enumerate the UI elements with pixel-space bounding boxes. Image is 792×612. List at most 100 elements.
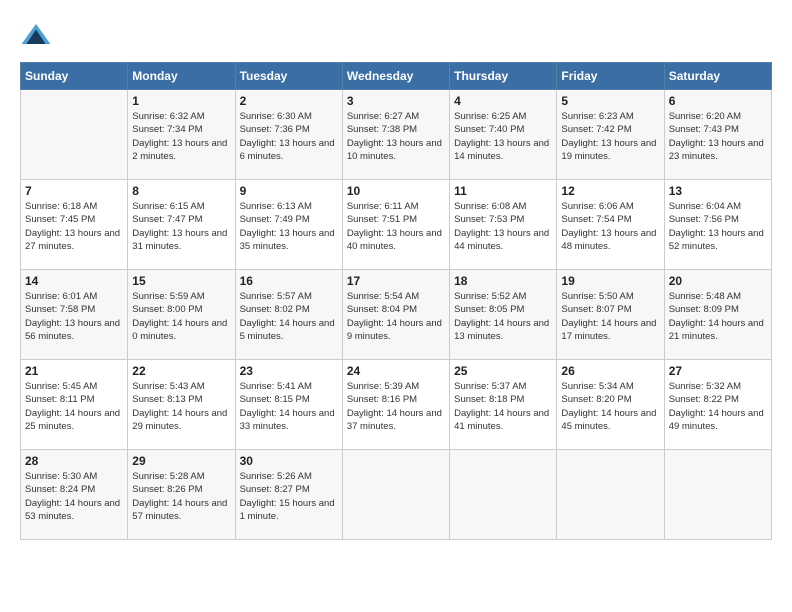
day-number: 21 [25,364,123,378]
day-number: 2 [240,94,338,108]
day-number: 27 [669,364,767,378]
calendar-week-row: 21 Sunrise: 5:45 AMSunset: 8:11 PMDaylig… [21,360,772,450]
day-number: 1 [132,94,230,108]
calendar-cell: 5 Sunrise: 6:23 AMSunset: 7:42 PMDayligh… [557,90,664,180]
day-info: Sunrise: 6:25 AMSunset: 7:40 PMDaylight:… [454,110,552,163]
day-number: 25 [454,364,552,378]
day-number: 11 [454,184,552,198]
calendar-cell: 9 Sunrise: 6:13 AMSunset: 7:49 PMDayligh… [235,180,342,270]
calendar-cell: 25 Sunrise: 5:37 AMSunset: 8:18 PMDaylig… [450,360,557,450]
calendar-cell: 21 Sunrise: 5:45 AMSunset: 8:11 PMDaylig… [21,360,128,450]
day-info: Sunrise: 5:26 AMSunset: 8:27 PMDaylight:… [240,470,338,523]
day-number: 22 [132,364,230,378]
day-info: Sunrise: 5:30 AMSunset: 8:24 PMDaylight:… [25,470,123,523]
day-number: 24 [347,364,445,378]
day-info: Sunrise: 5:52 AMSunset: 8:05 PMDaylight:… [454,290,552,343]
calendar-table: SundayMondayTuesdayWednesdayThursdayFrid… [20,62,772,540]
day-info: Sunrise: 5:57 AMSunset: 8:02 PMDaylight:… [240,290,338,343]
calendar-week-row: 28 Sunrise: 5:30 AMSunset: 8:24 PMDaylig… [21,450,772,540]
day-info: Sunrise: 6:01 AMSunset: 7:58 PMDaylight:… [25,290,123,343]
calendar-cell [21,90,128,180]
day-info: Sunrise: 6:30 AMSunset: 7:36 PMDaylight:… [240,110,338,163]
day-info: Sunrise: 6:13 AMSunset: 7:49 PMDaylight:… [240,200,338,253]
day-number: 30 [240,454,338,468]
day-info: Sunrise: 6:18 AMSunset: 7:45 PMDaylight:… [25,200,123,253]
day-info: Sunrise: 6:06 AMSunset: 7:54 PMDaylight:… [561,200,659,253]
calendar-cell: 3 Sunrise: 6:27 AMSunset: 7:38 PMDayligh… [342,90,449,180]
day-info: Sunrise: 6:08 AMSunset: 7:53 PMDaylight:… [454,200,552,253]
day-info: Sunrise: 5:34 AMSunset: 8:20 PMDaylight:… [561,380,659,433]
calendar-cell: 17 Sunrise: 5:54 AMSunset: 8:04 PMDaylig… [342,270,449,360]
calendar-week-row: 14 Sunrise: 6:01 AMSunset: 7:58 PMDaylig… [21,270,772,360]
day-number: 28 [25,454,123,468]
calendar-header-row: SundayMondayTuesdayWednesdayThursdayFrid… [21,63,772,90]
calendar-cell: 4 Sunrise: 6:25 AMSunset: 7:40 PMDayligh… [450,90,557,180]
day-info: Sunrise: 5:37 AMSunset: 8:18 PMDaylight:… [454,380,552,433]
day-info: Sunrise: 5:50 AMSunset: 8:07 PMDaylight:… [561,290,659,343]
day-number: 3 [347,94,445,108]
calendar-header-monday: Monday [128,63,235,90]
day-number: 14 [25,274,123,288]
calendar-header-wednesday: Wednesday [342,63,449,90]
day-number: 17 [347,274,445,288]
calendar-cell: 15 Sunrise: 5:59 AMSunset: 8:00 PMDaylig… [128,270,235,360]
day-info: Sunrise: 5:39 AMSunset: 8:16 PMDaylight:… [347,380,445,433]
day-number: 13 [669,184,767,198]
calendar-cell: 18 Sunrise: 5:52 AMSunset: 8:05 PMDaylig… [450,270,557,360]
day-number: 16 [240,274,338,288]
day-number: 9 [240,184,338,198]
logo-icon [20,20,52,52]
day-number: 23 [240,364,338,378]
day-info: Sunrise: 6:27 AMSunset: 7:38 PMDaylight:… [347,110,445,163]
day-info: Sunrise: 6:20 AMSunset: 7:43 PMDaylight:… [669,110,767,163]
calendar-cell: 20 Sunrise: 5:48 AMSunset: 8:09 PMDaylig… [664,270,771,360]
day-info: Sunrise: 5:28 AMSunset: 8:26 PMDaylight:… [132,470,230,523]
calendar-cell [342,450,449,540]
day-info: Sunrise: 6:15 AMSunset: 7:47 PMDaylight:… [132,200,230,253]
day-number: 29 [132,454,230,468]
calendar-header-tuesday: Tuesday [235,63,342,90]
day-info: Sunrise: 6:04 AMSunset: 7:56 PMDaylight:… [669,200,767,253]
day-number: 4 [454,94,552,108]
calendar-cell [664,450,771,540]
calendar-cell: 29 Sunrise: 5:28 AMSunset: 8:26 PMDaylig… [128,450,235,540]
day-number: 15 [132,274,230,288]
calendar-cell: 11 Sunrise: 6:08 AMSunset: 7:53 PMDaylig… [450,180,557,270]
calendar-cell [557,450,664,540]
logo [20,20,56,52]
calendar-cell: 30 Sunrise: 5:26 AMSunset: 8:27 PMDaylig… [235,450,342,540]
day-info: Sunrise: 5:45 AMSunset: 8:11 PMDaylight:… [25,380,123,433]
day-number: 10 [347,184,445,198]
calendar-cell: 19 Sunrise: 5:50 AMSunset: 8:07 PMDaylig… [557,270,664,360]
day-info: Sunrise: 5:32 AMSunset: 8:22 PMDaylight:… [669,380,767,433]
day-info: Sunrise: 6:23 AMSunset: 7:42 PMDaylight:… [561,110,659,163]
calendar-cell: 22 Sunrise: 5:43 AMSunset: 8:13 PMDaylig… [128,360,235,450]
calendar-cell: 14 Sunrise: 6:01 AMSunset: 7:58 PMDaylig… [21,270,128,360]
calendar-cell: 26 Sunrise: 5:34 AMSunset: 8:20 PMDaylig… [557,360,664,450]
page-header [20,20,772,52]
calendar-cell: 8 Sunrise: 6:15 AMSunset: 7:47 PMDayligh… [128,180,235,270]
calendar-cell [450,450,557,540]
calendar-cell: 23 Sunrise: 5:41 AMSunset: 8:15 PMDaylig… [235,360,342,450]
calendar-week-row: 1 Sunrise: 6:32 AMSunset: 7:34 PMDayligh… [21,90,772,180]
calendar-cell: 7 Sunrise: 6:18 AMSunset: 7:45 PMDayligh… [21,180,128,270]
calendar-cell: 2 Sunrise: 6:30 AMSunset: 7:36 PMDayligh… [235,90,342,180]
day-number: 18 [454,274,552,288]
day-info: Sunrise: 5:43 AMSunset: 8:13 PMDaylight:… [132,380,230,433]
day-number: 12 [561,184,659,198]
calendar-header-thursday: Thursday [450,63,557,90]
day-number: 20 [669,274,767,288]
calendar-cell: 1 Sunrise: 6:32 AMSunset: 7:34 PMDayligh… [128,90,235,180]
calendar-cell: 13 Sunrise: 6:04 AMSunset: 7:56 PMDaylig… [664,180,771,270]
calendar-cell: 16 Sunrise: 5:57 AMSunset: 8:02 PMDaylig… [235,270,342,360]
day-number: 8 [132,184,230,198]
calendar-cell: 27 Sunrise: 5:32 AMSunset: 8:22 PMDaylig… [664,360,771,450]
day-number: 7 [25,184,123,198]
day-info: Sunrise: 5:41 AMSunset: 8:15 PMDaylight:… [240,380,338,433]
calendar-cell: 24 Sunrise: 5:39 AMSunset: 8:16 PMDaylig… [342,360,449,450]
calendar-header-friday: Friday [557,63,664,90]
calendar-header-sunday: Sunday [21,63,128,90]
day-info: Sunrise: 5:48 AMSunset: 8:09 PMDaylight:… [669,290,767,343]
day-info: Sunrise: 5:54 AMSunset: 8:04 PMDaylight:… [347,290,445,343]
day-number: 19 [561,274,659,288]
